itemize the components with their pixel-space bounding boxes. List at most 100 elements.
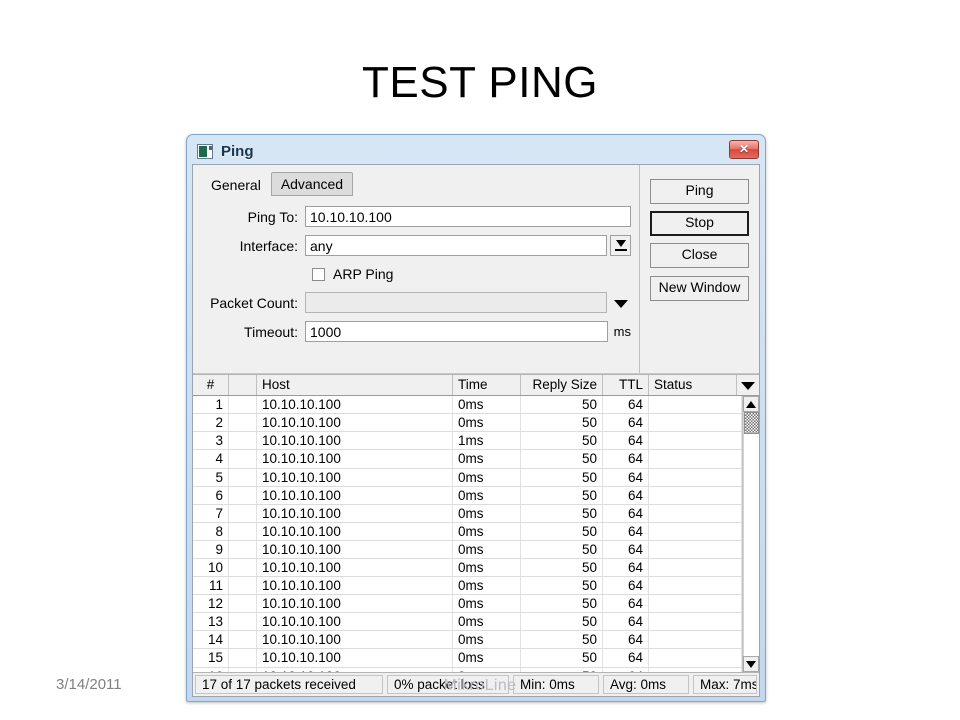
packet-count-input[interactable] [305, 292, 607, 313]
new-window-button[interactable]: New Window [650, 276, 749, 301]
column-header-host[interactable]: Host [257, 375, 453, 396]
cell-time: 0ms [453, 595, 521, 613]
cell-time: 0ms [453, 486, 521, 504]
timeout-unit: ms [613, 324, 631, 339]
cell-host: 10.10.10.100 [257, 468, 453, 486]
cell-ttl: 64 [603, 540, 649, 558]
arp-ping-row: ARP Ping [312, 263, 631, 285]
interface-input[interactable]: any [305, 235, 607, 256]
cell-time: 0ms [453, 522, 521, 540]
table-row[interactable]: 7 10.10.10.100 0ms 50 64 [193, 504, 742, 523]
timeout-label: Timeout: [244, 323, 298, 340]
stop-button[interactable]: Stop [650, 211, 749, 236]
cell-time: 0ms [453, 649, 521, 667]
table-row[interactable]: 4 10.10.10.100 0ms 50 64 [193, 450, 742, 469]
table-row[interactable]: 11 10.10.10.100 0ms 50 64 [193, 577, 742, 596]
cell-index: 9 [193, 540, 229, 558]
cell-index: 1 [193, 396, 229, 414]
timeout-input[interactable]: 1000 [305, 321, 608, 342]
chevron-down-icon[interactable] [611, 292, 631, 313]
column-header-time[interactable]: Time [453, 375, 521, 396]
cell-time: 0ms [453, 468, 521, 486]
tab-general[interactable]: General [201, 173, 271, 196]
packet-count-label: Packet Count: [210, 294, 298, 311]
cell-ttl: 64 [603, 504, 649, 522]
cell-host: 10.10.10.100 [257, 486, 453, 504]
cell-blank [229, 540, 257, 558]
cell-ttl: 64 [603, 396, 649, 414]
form-column: General Advanced Ping To: 10.10.10.100 I… [193, 165, 639, 373]
interface-picker-icon[interactable] [610, 235, 631, 256]
cell-ttl: 64 [603, 649, 649, 667]
column-header-index[interactable]: # [193, 375, 229, 396]
cell-reply-size: 50 [521, 540, 603, 558]
arp-ping-label: ARP Ping [333, 266, 394, 282]
cell-host: 10.10.10.100 [257, 595, 453, 613]
cell-status [649, 396, 742, 414]
table-row[interactable]: 6 10.10.10.100 0ms 50 64 [193, 486, 742, 505]
cell-time: 1ms [453, 432, 521, 450]
table-body: 1 10.10.10.100 0ms 50 64 2 10.10.10.100 0ms 50 64… [193, 396, 742, 672]
cell-host: 10.10.10.100 [257, 540, 453, 558]
table-row[interactable]: 9 10.10.10.100 0ms 50 64 [193, 540, 742, 559]
scroll-up-icon[interactable] [743, 396, 759, 413]
cell-blank [229, 468, 257, 486]
table-row[interactable]: 10 10.10.10.100 0ms 50 64 [193, 558, 742, 578]
cell-reply-size: 50 [521, 486, 603, 504]
cell-time: 0ms [453, 613, 521, 631]
scrollbar-track[interactable] [743, 412, 759, 656]
cell-reply-size: 50 [521, 432, 603, 450]
status-max-time: Max: 7ms [693, 675, 757, 694]
cell-blank [229, 522, 257, 540]
table-row[interactable]: 5 10.10.10.100 0ms 50 64 [193, 468, 742, 487]
packet-count-row: Packet Count: [201, 291, 631, 314]
cell-ttl: 64 [603, 558, 649, 577]
ping-to-input[interactable]: 10.10.10.100 [305, 206, 631, 227]
table-row[interactable]: 1 10.10.10.100 0ms 50 64 [193, 396, 742, 415]
cell-status [649, 486, 742, 504]
column-header-reply-size[interactable]: Reply Size [521, 375, 603, 396]
arp-ping-checkbox[interactable] [312, 267, 325, 281]
cell-host: 10.10.10.100 [257, 450, 453, 468]
close-icon[interactable]: ✕ [729, 140, 759, 159]
cell-status [649, 522, 742, 540]
cell-status [649, 432, 742, 450]
table-header: # Host Time Reply Size TTL Status [193, 375, 759, 397]
close-button[interactable]: Close [650, 243, 749, 268]
table-row[interactable]: 15 10.10.10.100 0ms 50 64 [193, 649, 742, 668]
cell-ttl: 64 [603, 468, 649, 486]
scroll-down-icon[interactable] [743, 656, 759, 672]
status-avg-time: Avg: 0ms [603, 675, 689, 694]
table-row[interactable]: 8 10.10.10.100 0ms 50 64 [193, 522, 742, 541]
cell-time: 0ms [453, 577, 521, 595]
column-menu-icon[interactable] [737, 375, 759, 395]
ping-button[interactable]: Ping [650, 179, 749, 204]
cell-time: 0ms [453, 540, 521, 558]
cell-status [649, 631, 742, 649]
cell-host: 10.10.10.100 [257, 414, 453, 432]
cell-time: 0ms [453, 396, 521, 414]
column-header-ttl[interactable]: TTL [603, 375, 649, 396]
cell-ttl: 64 [603, 522, 649, 540]
column-header-status[interactable]: Status [649, 375, 737, 396]
column-header-blank[interactable] [229, 375, 257, 396]
tab-advanced[interactable]: Advanced [270, 172, 354, 196]
cell-host: 10.10.10.100 [257, 631, 453, 649]
cell-index: 15 [193, 649, 229, 667]
cell-blank [229, 396, 257, 414]
scrollbar-thumb[interactable] [744, 412, 759, 435]
cell-status [649, 595, 742, 613]
vertical-scrollbar[interactable] [742, 396, 759, 672]
cell-reply-size: 50 [521, 631, 603, 649]
cell-blank [229, 613, 257, 631]
interface-label: Interface: [239, 237, 298, 254]
cell-status [649, 504, 742, 522]
table-row[interactable]: 12 10.10.10.100 0ms 50 64 [193, 595, 742, 614]
table-row[interactable]: 14 10.10.10.100 0ms 50 64 [193, 631, 742, 650]
table-row[interactable]: 3 10.10.10.100 1ms 50 64 [193, 432, 742, 451]
cell-index: 10 [193, 558, 229, 577]
table-row[interactable]: 2 10.10.10.100 0ms 50 64 [193, 414, 742, 433]
cell-index: 14 [193, 631, 229, 649]
table-row[interactable]: 13 10.10.10.100 0ms 50 64 [193, 613, 742, 632]
cell-index: 11 [193, 577, 229, 595]
